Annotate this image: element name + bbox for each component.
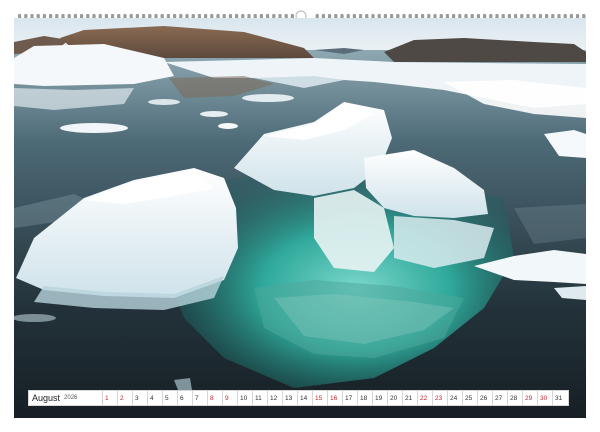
day-cell: 23	[433, 391, 448, 405]
day-cell: 29	[523, 391, 538, 405]
day-cell: 15	[313, 391, 328, 405]
day-cell: 19	[373, 391, 388, 405]
day-cell: 17	[343, 391, 358, 405]
day-cell: 27	[493, 391, 508, 405]
day-cell: 5	[163, 391, 178, 405]
day-cell: 11	[253, 391, 268, 405]
day-cell: 20	[388, 391, 403, 405]
day-cell: 4	[148, 391, 163, 405]
day-cell: 24	[448, 391, 463, 405]
day-cell: 7	[193, 391, 208, 405]
day-cell: 14	[298, 391, 313, 405]
day-cell: 30	[538, 391, 553, 405]
day-cell: 18	[358, 391, 373, 405]
day-cell: 10	[238, 391, 253, 405]
day-cell: 25	[463, 391, 478, 405]
calendar-date-strip: August 2026 1 2 3 4 5 6 7 8 9 10 11 12 13 14 15 16 17 18 1…	[28, 390, 569, 406]
day-cell: 21	[403, 391, 418, 405]
day-cell: 1	[103, 391, 118, 405]
calendar-photo	[14, 18, 586, 418]
month-label: August 2026	[29, 391, 103, 405]
day-cell: 3	[133, 391, 148, 405]
day-cell: 2	[118, 391, 133, 405]
day-cell: 9	[223, 391, 238, 405]
iceberg-landscape-image	[14, 18, 586, 418]
day-cell: 12	[268, 391, 283, 405]
day-cell: 26	[478, 391, 493, 405]
month-year: 2026	[64, 395, 78, 401]
day-cell: 31	[553, 391, 568, 405]
day-cell: 28	[508, 391, 523, 405]
day-cell: 6	[178, 391, 193, 405]
day-cell: 8	[208, 391, 223, 405]
day-cell: 22	[418, 391, 433, 405]
month-name: August	[32, 393, 61, 403]
day-cell: 16	[328, 391, 343, 405]
day-cell: 13	[283, 391, 298, 405]
